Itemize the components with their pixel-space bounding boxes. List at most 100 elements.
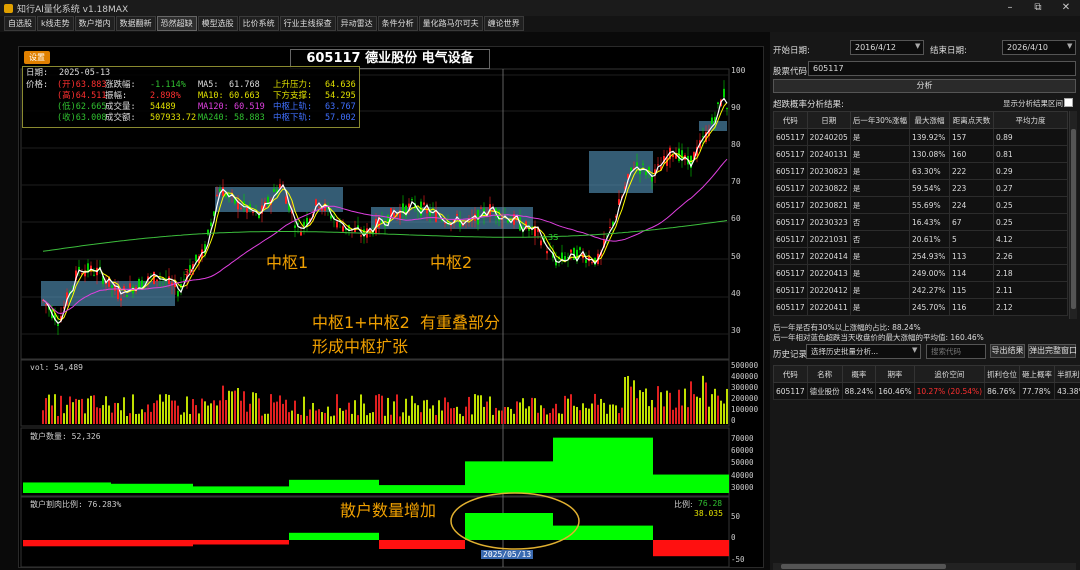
ma5-label: MA5: (198, 80, 219, 90)
cell: 139.92% (909, 128, 950, 146)
tab-compare[interactable]: 比价系统 (238, 16, 279, 31)
volume-bar (285, 399, 287, 424)
volume-bar (99, 408, 101, 424)
volume-bar (327, 406, 329, 424)
axis-tick: 300000 (731, 383, 759, 392)
cell: 605117 (773, 298, 808, 316)
col-header[interactable]: 最大涨幅 (909, 111, 950, 129)
analyze-button[interactable]: 分析 (773, 79, 1076, 93)
candle-body (528, 229, 530, 231)
col-header[interactable]: 代码 (773, 365, 808, 383)
start-date-field[interactable]: 2016/4/12 (850, 40, 924, 55)
calendar-dropdown-icon[interactable]: ▼ (1067, 42, 1072, 50)
tab-radar[interactable]: 异动雷达 (336, 16, 377, 31)
col-header[interactable]: 期率 (875, 365, 915, 383)
volume-bar (633, 380, 635, 424)
ma10-label: MA10: (198, 91, 224, 101)
tab-kline[interactable]: k线走势 (37, 16, 74, 31)
col-header[interactable]: 概率 (841, 365, 877, 383)
table-row[interactable]: 605117 20240131 是 130.08% 160 0.81 (773, 145, 1068, 163)
col-header[interactable]: 名称 (806, 365, 843, 383)
popup-window-button[interactable]: 弹出完整窗口 (1028, 344, 1077, 358)
calendar-dropdown-icon[interactable]: ▼ (915, 42, 920, 50)
candle-body (168, 276, 170, 284)
table-row[interactable]: 605117 20220414 是 254.93% 113 2.26 (773, 247, 1068, 265)
volume-bar (513, 413, 515, 424)
ratio-right-value2: 38.035 (694, 509, 723, 518)
table-row[interactable]: 605117 20230823 是 63.30% 222 0.29 (773, 162, 1068, 180)
col-header[interactable]: 代码 (773, 111, 808, 129)
tab-data-refresh[interactable]: 数据翻新 (115, 16, 156, 31)
maximize-button[interactable]: ⧉ (1024, 0, 1052, 16)
table-row[interactable]: 605117 20220413 是 249.00% 114 2.18 (773, 264, 1068, 282)
tab-chan[interactable]: 缠论世界 (483, 16, 524, 31)
table-row[interactable]: 605117 20220411 是 245.70% 116 2.12 (773, 298, 1068, 316)
volume-bars (42, 375, 728, 424)
table-row[interactable]: 605117 20230323 否 16.43% 67 0.25 (773, 213, 1068, 231)
table-row[interactable]: 605117 20221031 否 20.61% 5 4.12 (773, 230, 1068, 248)
col-header[interactable]: 抓利仓位 (984, 365, 1021, 383)
cell: 605117 (773, 162, 808, 180)
col-header[interactable]: 日期 (806, 111, 851, 129)
cell: 20.61% (909, 230, 950, 248)
volume-bar (222, 385, 224, 424)
volume-bar (201, 398, 203, 424)
tab-markov[interactable]: 量化路马尔可夫 (418, 16, 483, 31)
volume-bar (453, 407, 455, 424)
axis-tick: 40 (731, 289, 741, 298)
table-row[interactable]: 605117 20230822 是 59.54% 223 0.27 (773, 179, 1068, 197)
axis-tick: 100 (731, 66, 746, 75)
minimize-button[interactable]: – (996, 0, 1024, 16)
volume-bar (426, 399, 428, 424)
candle-body (210, 222, 212, 227)
tab-watchlist[interactable]: 自选股 (4, 16, 36, 31)
col-header[interactable]: 距离点天数 (949, 111, 994, 129)
tab-condition[interactable]: 条件分析 (377, 16, 418, 31)
settings-button[interactable]: 设置 (24, 51, 50, 64)
show-range-checkbox[interactable] (1064, 98, 1073, 107)
cell: 605117 (773, 128, 808, 146)
tab-model-picker[interactable]: 模型选股 (197, 16, 238, 31)
result-table-scrollbar[interactable] (1069, 111, 1077, 319)
volume-bar (357, 415, 359, 424)
tab-retail[interactable]: 数户增内 (74, 16, 115, 31)
col-header[interactable]: 平均力度 (993, 111, 1068, 129)
col-header[interactable]: 半抓利仓位 (1054, 365, 1080, 383)
search-code-input[interactable] (926, 344, 986, 359)
cell: 88.24% (841, 382, 877, 400)
volume-bar (477, 395, 479, 424)
table-row[interactable]: 605117 20230821 是 55.69% 224 0.25 (773, 196, 1068, 214)
col-header[interactable]: 砸上概率 (1019, 365, 1056, 383)
volume-bar (210, 403, 212, 424)
col-header[interactable]: 后一年30%涨幅 (849, 111, 911, 129)
close-button[interactable]: ✕ (1052, 0, 1080, 16)
volume-bar (711, 394, 713, 424)
result-table: 代码 日期 后一年30%涨幅 最大涨幅 距离点天数 平均力度 605117 202… (773, 111, 1068, 316)
history-select[interactable]: 选择历史批量分析... (806, 344, 921, 359)
end-date-field[interactable]: 2026/4/10 (1002, 40, 1076, 55)
price-label: 价格: (26, 80, 49, 90)
chevron-down-icon[interactable]: ▼ (912, 346, 917, 354)
tab-sector[interactable]: 行业主线探查 (279, 16, 336, 31)
volume-bar (603, 402, 605, 424)
export-button[interactable]: 导出结果 (990, 344, 1025, 358)
cell: 是 (849, 281, 911, 299)
volume-bar (93, 395, 95, 424)
table-row[interactable]: 605117 德业股份 88.24% 160.46% 10.27% (20.54… (773, 382, 1080, 400)
candle-body (117, 289, 119, 299)
cell: 43.38% (1054, 382, 1080, 400)
candle-body (717, 102, 719, 105)
ma120-label: MA120: (198, 102, 229, 112)
tab-oversold[interactable]: 恐然超缺 (156, 16, 197, 31)
cell: 20221031 (806, 230, 851, 248)
ratio-bar (193, 540, 289, 545)
summary-table-hscrollbar[interactable] (773, 563, 1076, 570)
stock-code-input[interactable]: 605117 (808, 61, 1076, 76)
candle-body (585, 259, 587, 263)
table-row[interactable]: 605117 20220412 是 242.27% 115 2.11 (773, 281, 1068, 299)
col-header[interactable]: 追价空间 (913, 365, 986, 383)
volume-bar (399, 416, 401, 424)
table-row[interactable]: 605117 20240205 是 139.92% 157 0.89 (773, 128, 1068, 146)
candle-body (651, 176, 653, 182)
ratio-bar (465, 513, 553, 540)
